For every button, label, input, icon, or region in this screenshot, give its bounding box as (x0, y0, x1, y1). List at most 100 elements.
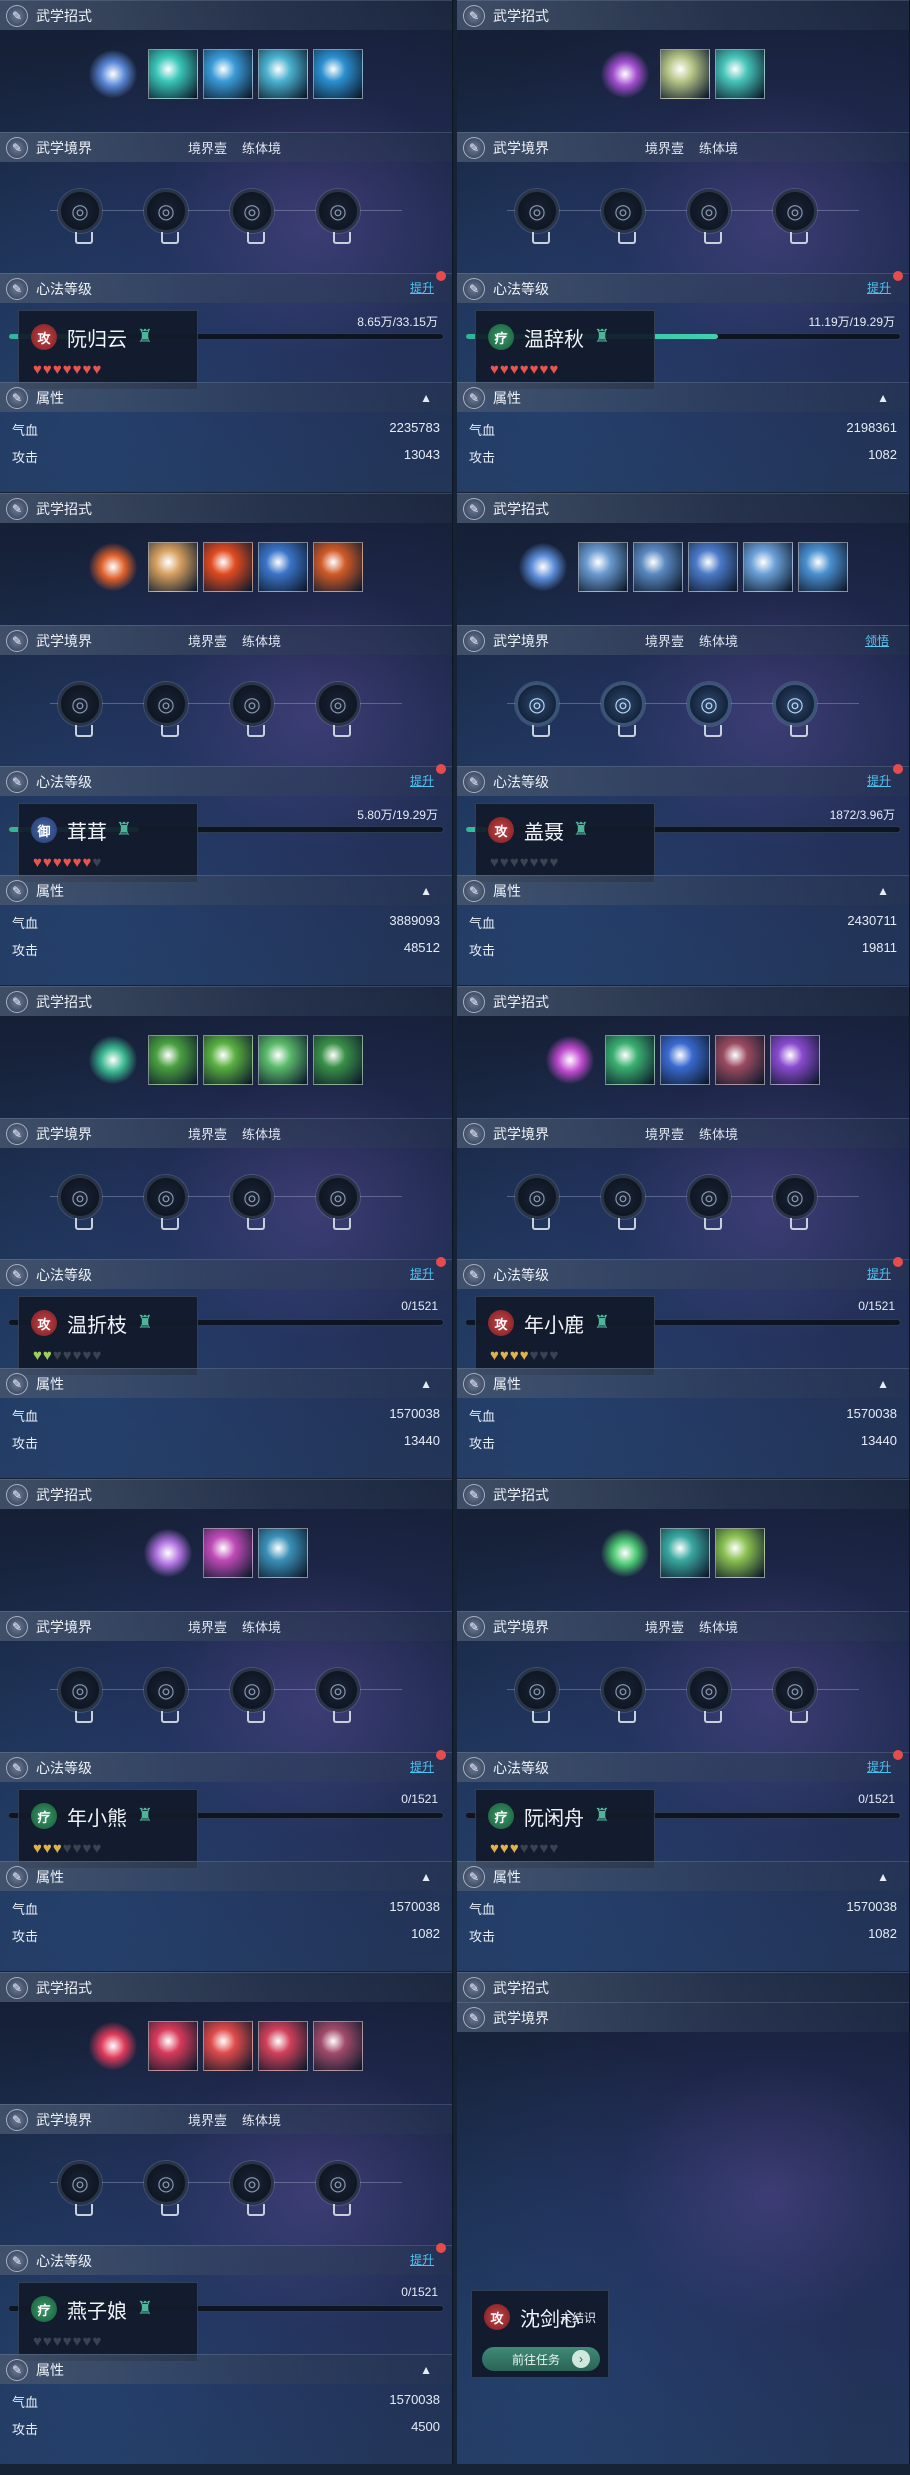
upgrade-link[interactable]: 提升 (410, 1758, 434, 1775)
skill-icon[interactable] (660, 1035, 710, 1085)
realm-node-icon[interactable]: ◎ (687, 1175, 731, 1230)
chevron-up-icon[interactable]: ▲ (420, 884, 432, 898)
character-card[interactable]: 攻温折枝 ♜ ♥♥♥♥♥♥♥ (18, 1296, 198, 1376)
realm-node-icon[interactable]: ◎ (687, 1668, 731, 1723)
skill-icon[interactable] (203, 49, 253, 99)
main-skill-icon[interactable] (89, 1036, 137, 1084)
character-card[interactable]: 御茸茸 ♜ ♥♥♥♥♥♥♥ (18, 803, 198, 883)
skill-icon[interactable] (203, 542, 253, 592)
skill-icon[interactable] (258, 542, 308, 592)
realm-node-icon[interactable]: ◎ (601, 1175, 645, 1230)
realm-node-icon[interactable]: ◎ (316, 189, 360, 244)
realm-node-icon[interactable]: ◎ (687, 682, 731, 737)
main-skill-icon[interactable] (518, 543, 567, 591)
character-card[interactable]: 攻阮归云 ♜ ♥♥♥♥♥♥♥ (18, 310, 198, 390)
upgrade-link[interactable]: 提升 (410, 772, 434, 789)
realm-node-icon[interactable]: ◎ (144, 189, 188, 244)
goto-task-button[interactable]: 前往任务 › (482, 2347, 600, 2371)
skill-icon[interactable] (203, 1035, 253, 1085)
realm-node-icon[interactable]: ◎ (601, 189, 645, 244)
upgrade-link[interactable]: 提升 (867, 279, 891, 296)
skill-icon[interactable] (715, 49, 765, 99)
comprehend-link[interactable]: 领悟 (865, 632, 889, 649)
realm-node-icon[interactable]: ◎ (773, 189, 817, 244)
skill-icon[interactable] (203, 2021, 253, 2071)
skill-icon[interactable] (605, 1035, 655, 1085)
realm-node-icon[interactable]: ◎ (144, 1668, 188, 1723)
skill-icon[interactable] (313, 49, 363, 99)
realm-node-icon[interactable]: ◎ (773, 682, 817, 737)
realm-node-icon[interactable]: ◎ (58, 1175, 102, 1230)
realm-node-icon[interactable]: ◎ (58, 189, 102, 244)
upgrade-link[interactable]: 提升 (410, 279, 434, 296)
skill-icon[interactable] (313, 2021, 363, 2071)
realm-node-icon[interactable]: ◎ (230, 1175, 274, 1230)
chevron-up-icon[interactable]: ▲ (877, 1377, 889, 1391)
skill-icon[interactable] (203, 1528, 253, 1578)
character-card[interactable]: 疗燕子娘 ♜ ♥♥♥♥♥♥♥ (18, 2282, 198, 2362)
chevron-up-icon[interactable]: ▲ (877, 884, 889, 898)
main-skill-icon[interactable] (89, 543, 137, 591)
skill-icon[interactable] (770, 1035, 820, 1085)
skill-icon[interactable] (742, 542, 793, 592)
main-skill-icon[interactable] (144, 1529, 192, 1577)
chevron-up-icon[interactable]: ▲ (420, 2363, 432, 2377)
skill-icon[interactable] (715, 1035, 765, 1085)
realm-node-icon[interactable]: ◎ (687, 189, 731, 244)
main-skill-icon[interactable] (546, 1036, 594, 1084)
chevron-up-icon[interactable]: ▲ (420, 391, 432, 405)
upgrade-link[interactable]: 提升 (867, 772, 891, 789)
skill-icon[interactable] (258, 1528, 308, 1578)
realm-node-icon[interactable]: ◎ (144, 2161, 188, 2216)
character-card[interactable]: 疗温辞秋 ♜ ♥♥♥♥♥♥♥ (475, 310, 655, 390)
chevron-up-icon[interactable]: ▲ (420, 1377, 432, 1391)
realm-node-icon[interactable]: ◎ (144, 1175, 188, 1230)
realm-node-icon[interactable]: ◎ (773, 1668, 817, 1723)
realm-node-icon[interactable]: ◎ (316, 682, 360, 737)
chevron-up-icon[interactable]: ▲ (877, 391, 889, 405)
realm-node-icon[interactable]: ◎ (58, 2161, 102, 2216)
realm-node-icon[interactable]: ◎ (773, 1175, 817, 1230)
realm-node-icon[interactable]: ◎ (316, 2161, 360, 2216)
realm-node-icon[interactable]: ◎ (58, 1668, 102, 1723)
realm-node-icon[interactable]: ◎ (515, 189, 559, 244)
realm-node-icon[interactable]: ◎ (230, 189, 274, 244)
skill-icon[interactable] (687, 542, 738, 592)
skill-icon[interactable] (797, 542, 848, 592)
chevron-up-icon[interactable]: ▲ (420, 1870, 432, 1884)
skill-icon[interactable] (715, 1528, 765, 1578)
realm-node-icon[interactable]: ◎ (601, 682, 645, 737)
realm-node-icon[interactable]: ◎ (316, 1668, 360, 1723)
upgrade-link[interactable]: 提升 (867, 1265, 891, 1282)
realm-node-icon[interactable]: ◎ (230, 1668, 274, 1723)
realm-node-icon[interactable]: ◎ (601, 1668, 645, 1723)
main-skill-icon[interactable] (601, 50, 649, 98)
realm-node-icon[interactable]: ◎ (230, 2161, 274, 2216)
character-card[interactable]: 攻盖聂 ♜ ♥♥♥♥♥♥♥ (475, 803, 655, 883)
skill-icon[interactable] (148, 1035, 198, 1085)
realm-node-icon[interactable]: ◎ (58, 682, 102, 737)
skill-icon[interactable] (632, 542, 683, 592)
main-skill-icon[interactable] (89, 50, 137, 98)
realm-node-icon[interactable]: ◎ (230, 682, 274, 737)
skill-icon[interactable] (660, 1528, 710, 1578)
realm-node-icon[interactable]: ◎ (515, 1668, 559, 1723)
chevron-up-icon[interactable]: ▲ (877, 1870, 889, 1884)
skill-icon[interactable] (577, 542, 628, 592)
upgrade-link[interactable]: 提升 (410, 1265, 434, 1282)
main-skill-icon[interactable] (89, 2022, 137, 2070)
skill-icon[interactable] (258, 1035, 308, 1085)
skill-icon[interactable] (148, 542, 198, 592)
character-card[interactable]: 攻年小鹿 ♜ ♥♥♥♥♥♥♥ (475, 1296, 655, 1376)
main-skill-icon[interactable] (601, 1529, 649, 1577)
skill-icon[interactable] (148, 2021, 198, 2071)
skill-icon[interactable] (148, 49, 198, 99)
skill-icon[interactable] (660, 49, 710, 99)
character-card[interactable]: 疗年小熊 ♜ ♥♥♥♥♥♥♥ (18, 1789, 198, 1869)
character-card[interactable]: 疗阮闲舟 ♜ ♥♥♥♥♥♥♥ (475, 1789, 655, 1869)
realm-node-icon[interactable]: ◎ (316, 1175, 360, 1230)
skill-icon[interactable] (313, 542, 363, 592)
realm-node-icon[interactable]: ◎ (144, 682, 188, 737)
skill-icon[interactable] (258, 2021, 308, 2071)
upgrade-link[interactable]: 提升 (410, 2251, 434, 2268)
